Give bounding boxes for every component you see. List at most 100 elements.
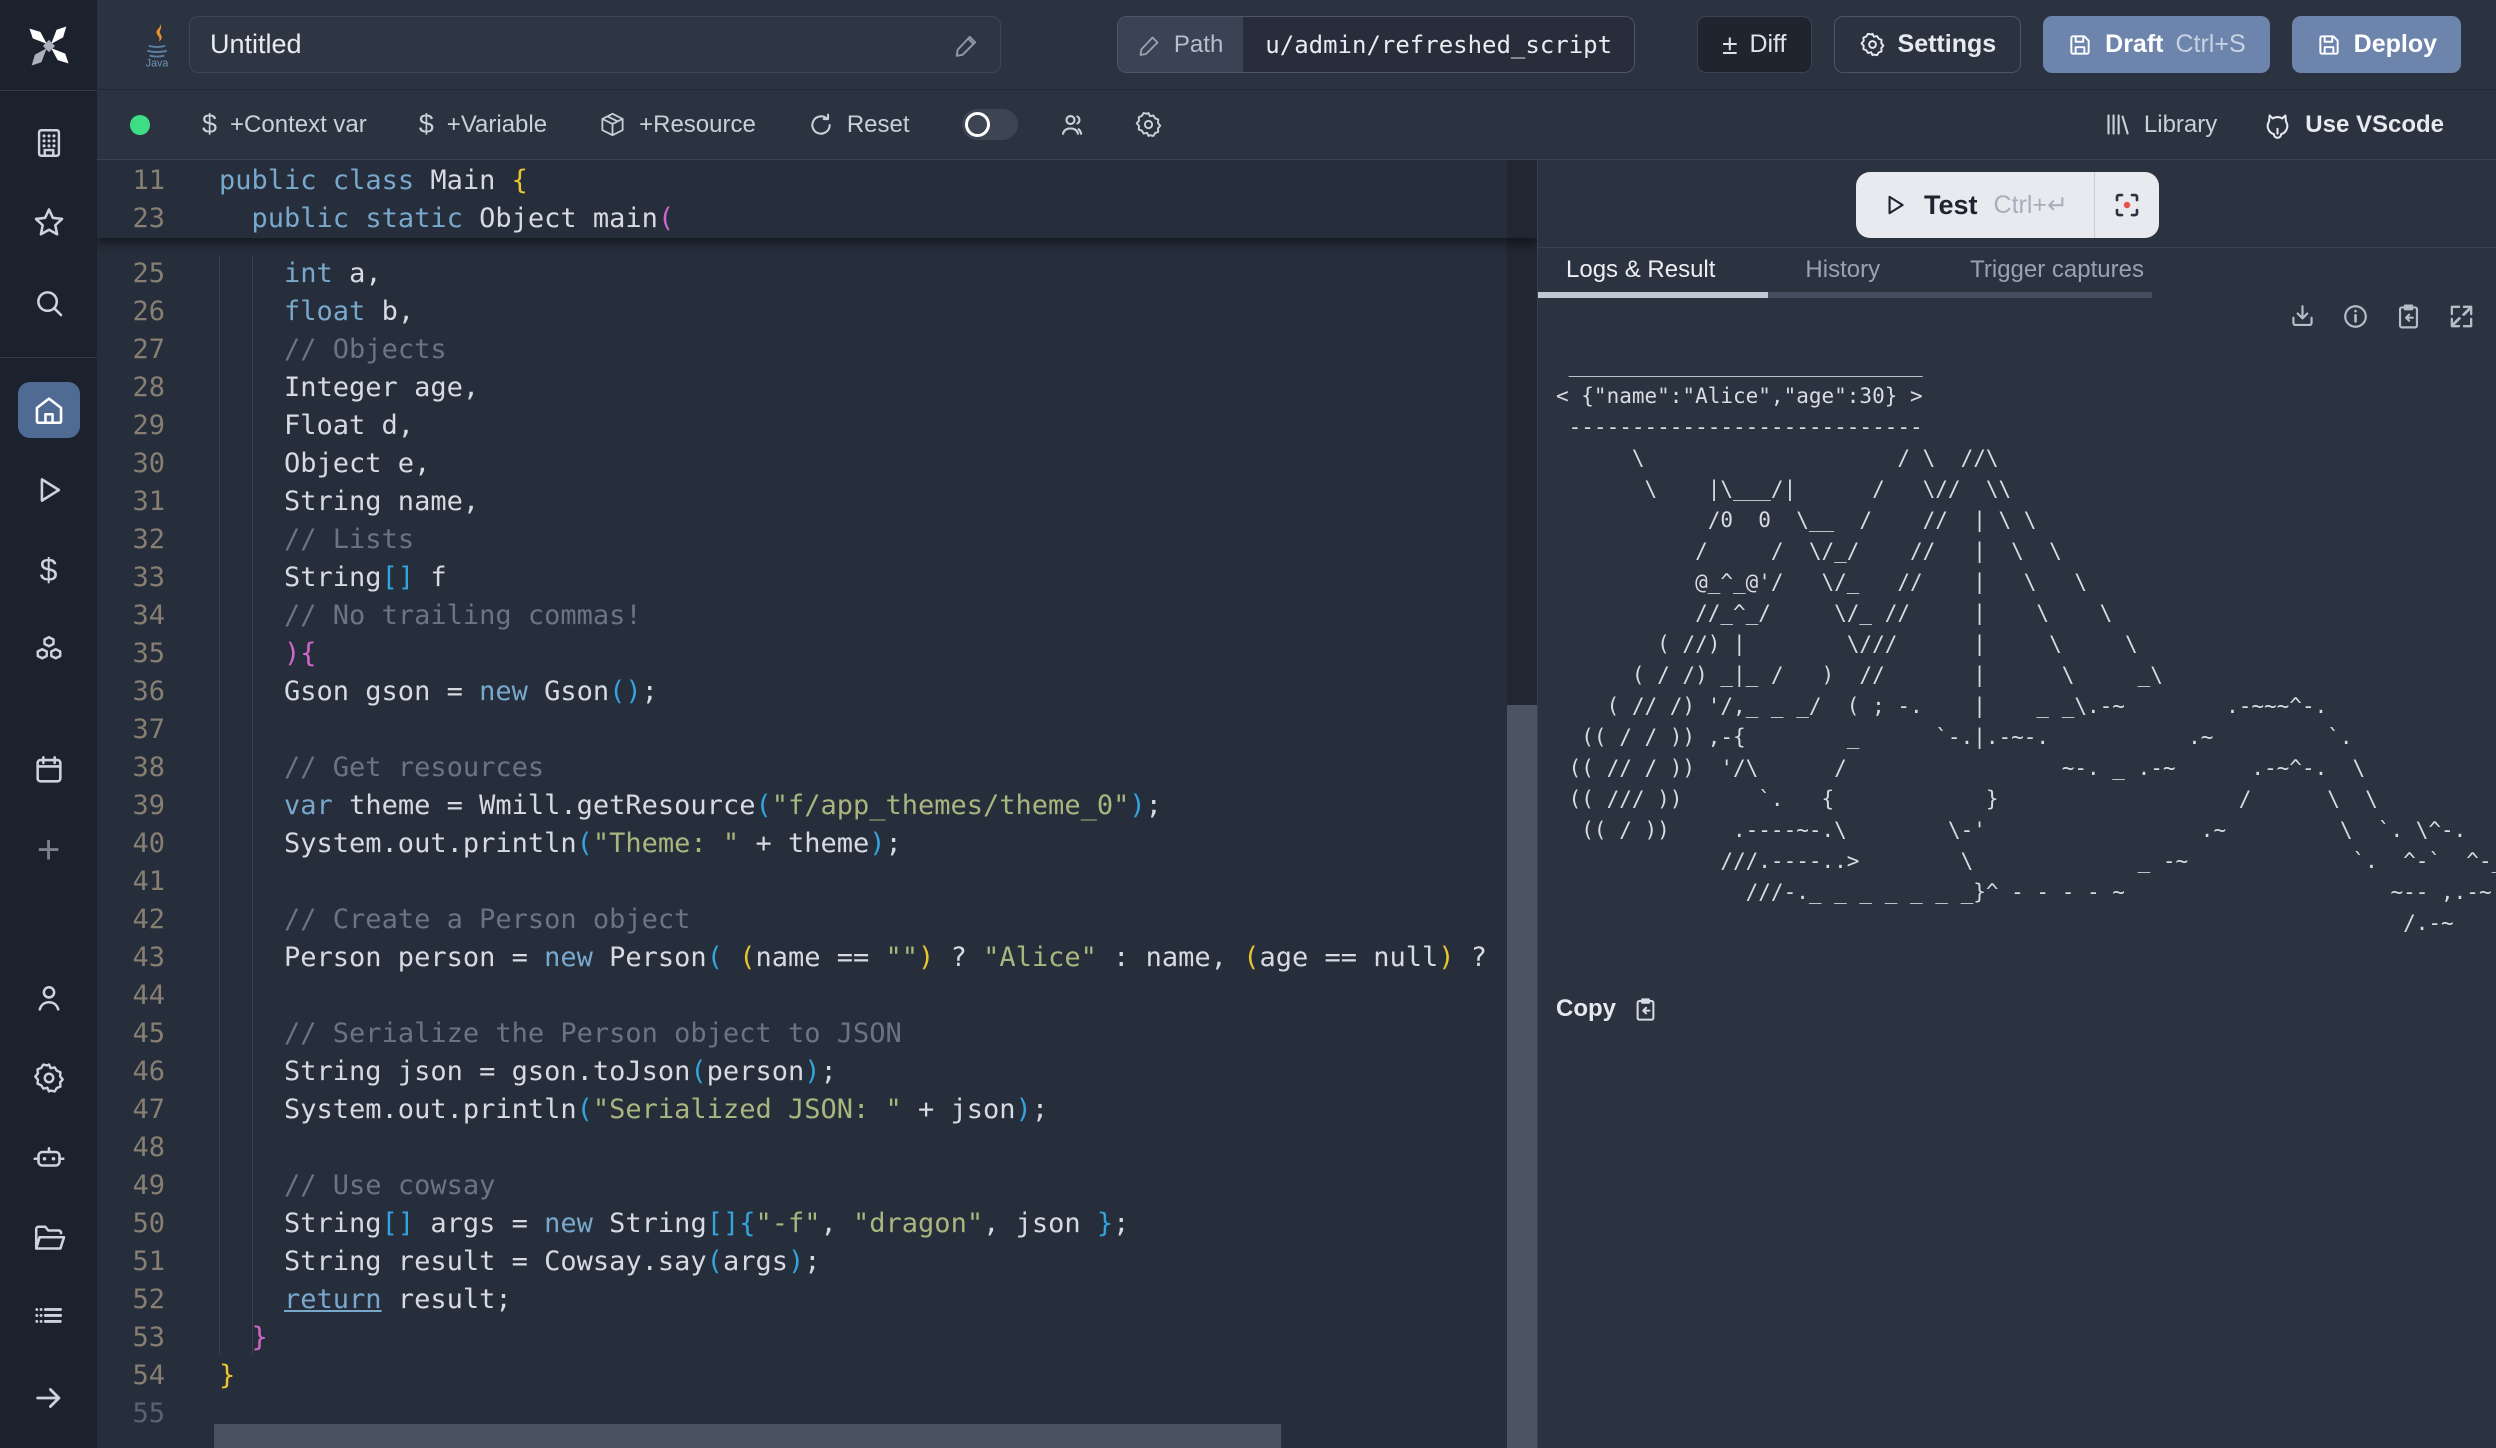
sidebar-item-schedules[interactable] [18,742,80,798]
code-line: 30 Object e, [97,445,1537,483]
code-line: 44 [97,977,1537,1015]
code-line: 31 String name, [97,483,1537,521]
line-number: 44 [97,977,165,1015]
code-line: 41 [97,863,1537,901]
windmill-app: $ + [0,0,2496,1448]
line-number: 38 [97,749,165,787]
windmill-logo[interactable] [23,20,75,72]
vertical-scrollbar-thumb[interactable] [1507,705,1537,1448]
variable-label: +Variable [447,111,547,139]
line-number: 28 [97,369,165,407]
code-line: 23 public static Object main( [97,200,1537,238]
robot-icon [31,1140,67,1176]
sidebar-item-folders[interactable] [18,1210,80,1266]
sidebar-item-runs[interactable] [18,462,80,518]
sidebar-item-variables[interactable]: $ [18,542,80,598]
line-number: 53 [97,1319,165,1357]
user-icon [32,981,66,1015]
code-line: 53 } [97,1319,1537,1357]
sidebar-item-user[interactable] [18,970,80,1026]
code-line: 32 // Lists [97,521,1537,559]
diff-button[interactable]: ± Diff [1697,16,1811,73]
add-variable-button[interactable]: $ +Variable [419,109,547,140]
line-number: 31 [97,483,165,521]
vscode-cat-icon [2263,110,2292,139]
draft-label: Draft [2105,30,2163,59]
sidebar-item-add[interactable]: + [18,822,80,878]
sidebar-item-settings[interactable] [18,1050,80,1106]
line-number: 50 [97,1205,165,1243]
capture-test-args-button[interactable] [2095,172,2159,238]
code-line: 50 String[] args = new String[]{"-f", "d… [97,1205,1537,1243]
download-icon[interactable] [2288,302,2317,331]
script-path-widget[interactable]: Path u/admin/refreshed_script [1117,16,1635,73]
script-title-field[interactable] [189,16,1001,73]
code-line: 35 ){ [97,635,1537,673]
save-icon [2067,32,2093,58]
use-vscode-button[interactable]: Use VScode [2263,110,2444,139]
gear-icon [1859,31,1886,58]
library-button[interactable]: Library [2104,111,2217,139]
tab-logs-result[interactable]: Logs & Result [1566,248,1715,284]
editor-vertical-scrollbar[interactable] [1507,160,1537,1448]
info-icon[interactable] [2341,302,2370,331]
clipboard-paste-icon[interactable] [2394,302,2423,331]
status-dot [130,115,150,135]
test-button-group: Test Ctrl+↵ [1856,172,2159,238]
edit-pencil-icon[interactable] [954,32,980,58]
line-number: 23 [97,200,165,238]
expand-icon[interactable] [2447,302,2476,331]
toggle-knob [965,112,990,137]
test-button[interactable]: Test Ctrl+↵ [1856,172,2094,238]
line-number: 32 [97,521,165,559]
draft-button[interactable]: Draft Ctrl+S [2043,16,2270,73]
context-var-label: +Context var [230,111,367,139]
copy-result-button[interactable]: Copy [1556,995,1659,1023]
sidebar-item-home[interactable] [18,382,80,438]
line-number: 51 [97,1243,165,1281]
reset-button[interactable]: Reset [808,111,910,139]
add-resource-button[interactable]: +Resource [599,111,756,139]
line-number: 37 [97,711,165,749]
settings-button[interactable]: Settings [1834,16,2022,73]
home-icon [32,393,66,427]
test-mode-toggle[interactable] [962,109,1018,140]
sidebar-item-resources[interactable] [18,622,80,678]
code-line: 36 Gson gson = new Gson(); [97,673,1537,711]
scan-capture-icon [2112,190,2142,220]
editor-horizontal-scrollbar[interactable] [214,1424,1281,1448]
indent-guide [219,255,220,1355]
java-language-icon: Java [137,22,177,68]
tab-trigger-captures[interactable]: Trigger captures [1970,248,2144,284]
code-line: 37 [97,711,1537,749]
line-number: 36 [97,673,165,711]
sidebar-item-workspace[interactable] [18,115,80,171]
sidebar-item-favorites[interactable] [18,195,80,251]
save-icon [2316,32,2342,58]
tab-history[interactable]: History [1805,248,1880,284]
line-number: 29 [97,407,165,445]
sidebar-item-workers[interactable] [18,1130,80,1186]
editor-settings-button[interactable] [1134,110,1163,139]
sidebar-collapse[interactable] [18,1370,80,1426]
sidebar: $ + [0,0,97,1448]
code-line: 46 String json = gson.toJson(person); [97,1053,1537,1091]
refresh-icon [808,112,834,138]
deploy-button[interactable]: Deploy [2292,16,2461,73]
line-number: 42 [97,901,165,939]
line-number: 30 [97,445,165,483]
collaborators-button[interactable] [1058,110,1088,140]
sidebar-item-audit-logs[interactable] [18,1290,80,1346]
add-context-var-button[interactable]: $ +Context var [202,109,367,140]
result-actions [2288,302,2476,331]
sidebar-item-search[interactable] [18,275,80,331]
line-number: 34 [97,597,165,635]
script-title-input[interactable] [210,29,954,60]
dollar-icon: $ [40,554,58,586]
list-icon [32,1301,66,1335]
play-icon [32,473,66,507]
code-editor[interactable]: 25 int a,26 float b,27 // Objects28 Inte… [97,160,1537,1448]
editor-toolbar: $ +Context var $ +Variable +Resource Res… [97,90,2496,160]
code-lines: 25 int a,26 float b,27 // Objects28 Inte… [97,255,1537,1433]
reset-label: Reset [847,111,910,139]
